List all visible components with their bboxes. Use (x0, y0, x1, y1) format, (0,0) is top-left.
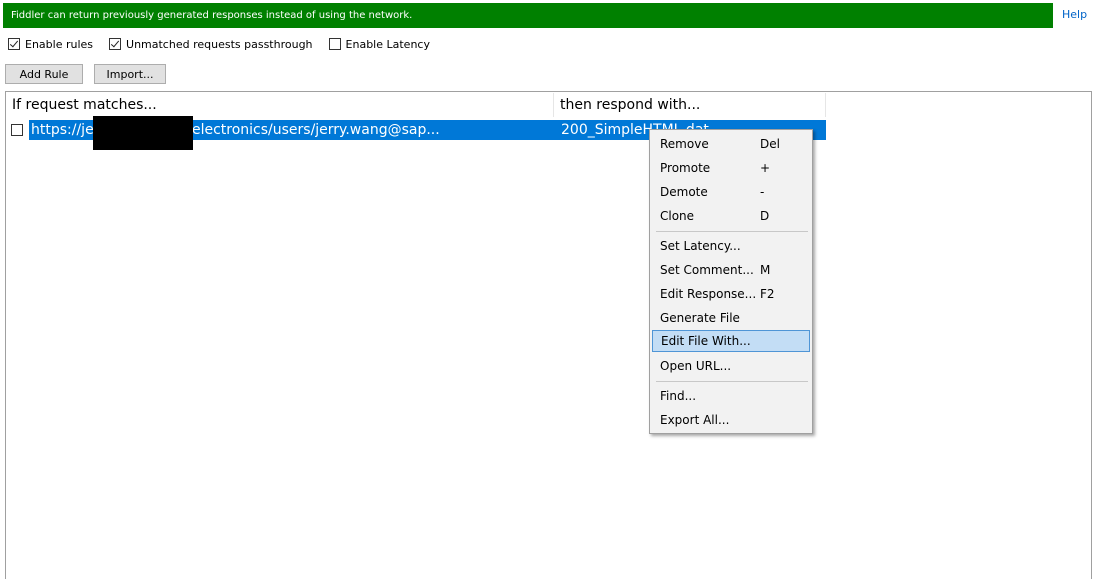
menu-item-export-all[interactable]: Export All... (652, 409, 810, 431)
menu-item-label: Find... (660, 389, 697, 403)
menu-item-shortcut: - (760, 185, 765, 199)
unmatched-passthrough-checkbox[interactable] (109, 38, 122, 50)
menu-item-label: Set Comment... (660, 263, 754, 277)
enable-rules-label: Enable rules (25, 37, 94, 51)
menu-item-remove[interactable]: Remove Del (652, 133, 810, 155)
rule-checkbox[interactable] (11, 124, 23, 136)
menu-item-open-url[interactable]: Open URL... (652, 355, 810, 377)
redaction-block (93, 116, 193, 150)
menu-separator (656, 381, 808, 382)
menu-item-shortcut: F2 (760, 287, 775, 301)
menu-item-set-latency[interactable]: Set Latency... (652, 235, 810, 257)
enable-rules-option[interactable]: Enable rules (8, 38, 93, 51)
help-link[interactable]: Help (1062, 8, 1087, 21)
menu-item-label: Edit File With... (661, 334, 751, 348)
menu-item-label: Edit Response... (660, 287, 757, 301)
menu-item-shortcut: + (760, 161, 771, 175)
menu-item-shortcut: D (760, 209, 770, 223)
import-button[interactable]: Import... (94, 64, 166, 84)
unmatched-passthrough-option[interactable]: Unmatched requests passthrough (109, 38, 313, 51)
menu-item-edit-response[interactable]: Edit Response... F2 (652, 283, 810, 305)
menu-item-promote[interactable]: Promote + (652, 157, 810, 179)
menu-item-generate-file[interactable]: Generate File (652, 307, 810, 329)
info-banner: Fiddler can return previously generated … (3, 3, 1053, 28)
enable-latency-option[interactable]: Enable Latency (328, 37, 430, 51)
enable-rules-checkbox[interactable] (8, 38, 20, 50)
unmatched-passthrough-label: Unmatched requests passthrough (126, 37, 313, 51)
options-bar: Enable rules Unmatched requests passthro… (8, 36, 446, 52)
menu-item-shortcut: M (760, 263, 771, 277)
menu-item-label: Generate File (660, 311, 740, 325)
menu-item-clone[interactable]: Clone D (652, 205, 810, 227)
menu-separator (656, 231, 808, 232)
menu-item-edit-file-with[interactable]: Edit File With... (652, 330, 810, 352)
menu-item-shortcut: Del (760, 137, 780, 151)
column-header-match[interactable]: If request matches... (6, 93, 554, 117)
menu-item-label: Clone (660, 209, 695, 223)
menu-item-demote[interactable]: Demote - (652, 181, 810, 203)
menu-item-label: Export All... (660, 413, 730, 427)
menu-item-set-comment[interactable]: Set Comment... M (652, 259, 810, 281)
enable-latency-label: Enable Latency (345, 37, 430, 51)
menu-item-find[interactable]: Find... (652, 385, 810, 407)
enable-latency-checkbox[interactable] (328, 38, 341, 50)
menu-item-label: Demote (660, 185, 708, 199)
add-rule-button[interactable]: Add Rule (5, 64, 83, 84)
column-header-response[interactable]: then respond with... (554, 93, 826, 117)
menu-item-label: Open URL... (660, 359, 732, 373)
context-menu: Remove Del Promote + Demote - Clone D Set La… (649, 129, 813, 434)
menu-item-label: Set Latency... (660, 239, 741, 253)
menu-item-label: Remove (660, 137, 709, 151)
rules-grid[interactable]: If request matches... then respond with.… (5, 91, 1092, 579)
menu-item-label: Promote (660, 161, 711, 175)
